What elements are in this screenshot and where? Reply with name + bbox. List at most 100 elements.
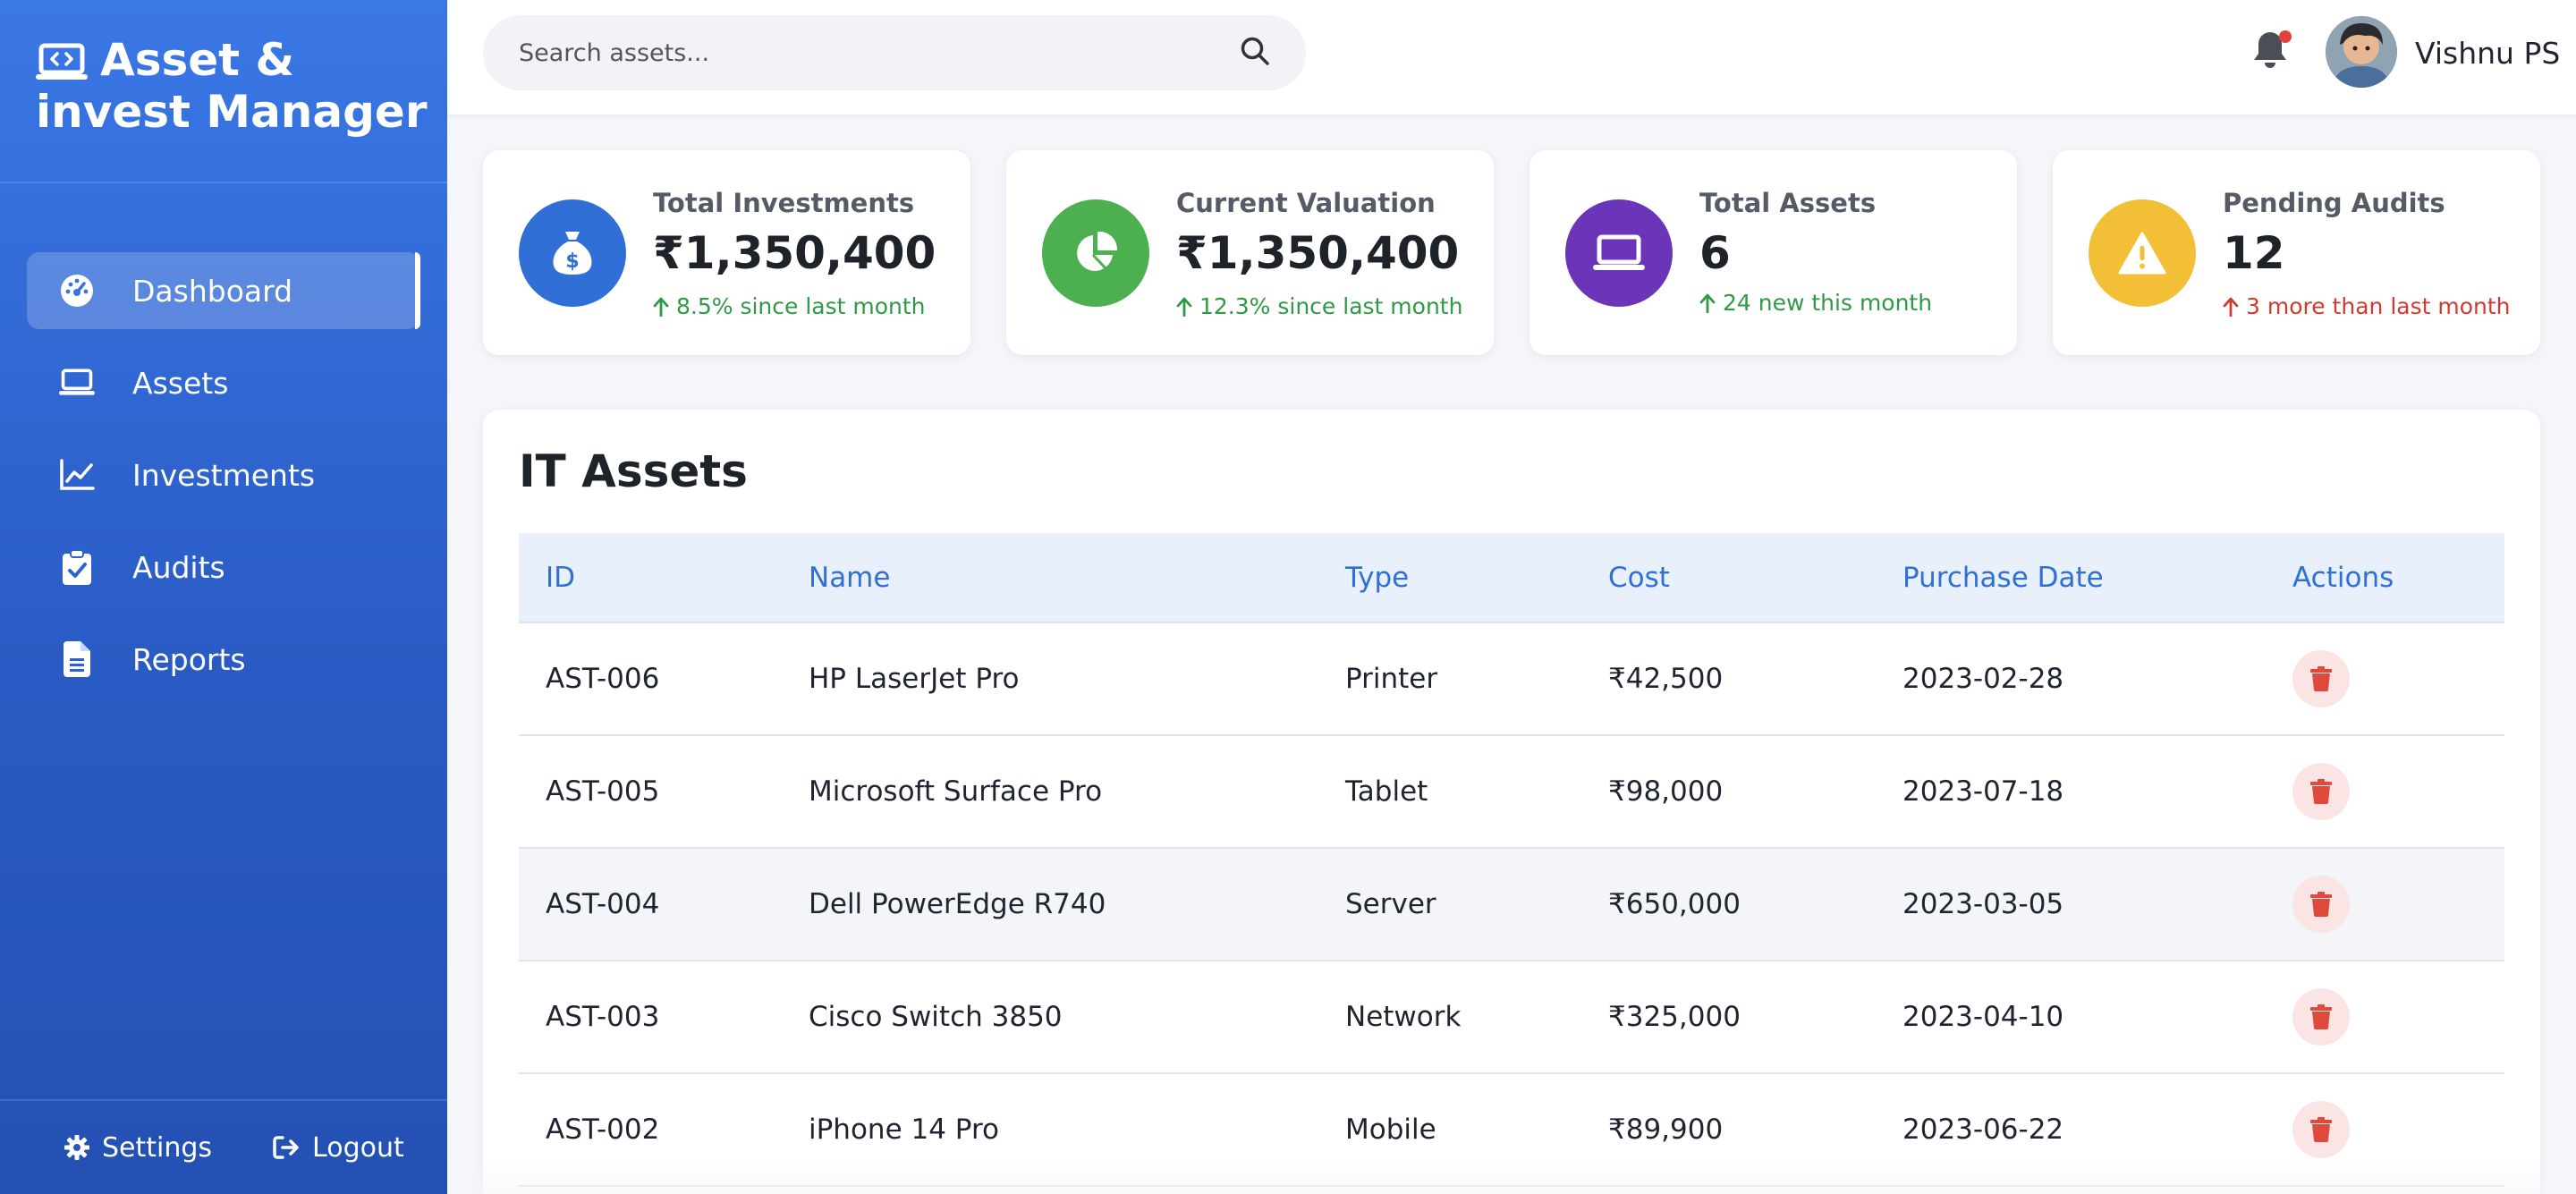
brand-title-line1: Asset & [100,34,295,86]
avatar[interactable] [2326,16,2397,88]
cell-cost: ₹650,000 [1581,848,1876,961]
panel-title: IT Assets [519,445,748,497]
it-assets-panel: IT Assets ID Name Type Cost Purchase Dat… [483,410,2540,1194]
logout-icon [273,1136,299,1159]
stat-label: Total Assets [1699,188,1877,218]
delete-button[interactable] [2292,988,2350,1046]
stat-trend-text: 12.3% since last month [1199,293,1463,319]
warning-icon [2089,199,2196,307]
cell-id: AST-005 [519,735,782,849]
stat-value: 6 [1699,227,1731,279]
stat-label: Current Valuation [1176,188,1436,218]
search-input[interactable] [519,38,1240,67]
trash-icon [2310,666,2332,691]
logout-label: Logout [312,1131,404,1164]
laptop-icon [1565,199,1673,307]
search-icon[interactable] [1240,36,1270,70]
sidebar-item-reports[interactable]: Reports [27,621,420,698]
cell-type: Server [1318,848,1581,961]
column-header-actions: Actions [2266,533,2504,623]
svg-text:$: $ [565,250,579,273]
table-row: AST-004 Dell PowerEdge R740 Server ₹650,… [519,848,2504,961]
sidebar-item-label: Reports [132,641,246,677]
stat-trend-text: 24 new this month [1723,290,1933,316]
table-row: AST-006 HP LaserJet Pro Printer ₹42,500 … [519,622,2504,736]
laptop-icon [59,365,95,401]
cell-date: 2023-03-05 [1876,848,2266,961]
stat-trend-text: 3 more than last month [2246,293,2511,319]
arrow-up-icon [1176,297,1192,317]
table-row: AST-005 Microsoft Surface Pro Tablet ₹98… [519,735,2504,849]
stat-trend: 8.5% since last month [653,293,926,319]
cell-date: 2023-04-10 [1876,961,2266,1074]
notification-button[interactable] [2252,29,2293,73]
sidebar-item-label: Investments [132,457,316,493]
delete-button[interactable] [2292,650,2350,707]
trash-icon [2310,779,2332,804]
search-bar [483,15,1306,90]
table-header-row: ID Name Type Cost Purchase Date Actions [519,533,2504,623]
sidebar-nav: Dashboard Assets Investments Audits Repo… [0,183,447,698]
stat-trend: 12.3% since last month [1176,293,1462,319]
delete-button[interactable] [2292,763,2350,820]
column-header-id[interactable]: ID [519,533,782,623]
delete-button[interactable] [2292,876,2350,933]
column-header-purchase-date[interactable]: Purchase Date [1876,533,2266,623]
column-header-name[interactable]: Name [782,533,1318,623]
cell-name: Cisco Switch 3850 [782,961,1318,1074]
gear-icon [64,1135,89,1160]
cell-id: AST-004 [519,848,782,961]
cell-type: Tablet [1318,735,1581,849]
cell-id: AST-006 [519,622,782,736]
delete-button[interactable] [2292,1101,2350,1158]
logout-button[interactable]: Logout [273,1132,404,1164]
clipboard-check-icon [59,549,95,585]
brand-title-line2: invest Manager [36,86,428,138]
stat-card-pending-audits: Pending Audits 12 3 more than last month [2053,150,2540,355]
cell-type: Network [1318,961,1581,1074]
sidebar-item-audits[interactable]: Audits [27,529,420,605]
cell-id: AST-002 [519,1073,782,1187]
cell-name: Dell PowerEdge R740 [782,848,1318,961]
cell-id: AST-003 [519,961,782,1074]
sidebar-footer: Settings Logout [0,1099,447,1194]
sidebar: Asset & invest Manager Dashboard Assets … [0,0,447,1194]
assets-table: ID Name Type Cost Purchase Date Actions … [519,533,2504,1187]
settings-label: Settings [102,1131,213,1164]
stat-value: ₹1,350,400 [653,227,936,279]
stat-label: Pending Audits [2223,188,2445,218]
sidebar-item-dashboard[interactable]: Dashboard [27,252,420,329]
pie-chart-icon [1042,199,1149,307]
trash-icon [2310,1004,2332,1029]
stat-trend: 3 more than last month [2223,293,2511,319]
cell-cost: ₹325,000 [1581,961,1876,1074]
trash-icon [2310,892,2332,917]
user-name[interactable]: Vishnu PS [2415,36,2560,71]
cell-type: Mobile [1318,1073,1581,1187]
arrow-up-icon [2223,297,2239,317]
trash-icon [2310,1117,2332,1142]
cell-name: HP LaserJet Pro [782,622,1318,736]
notification-badge [2279,30,2292,43]
top-header: Vishnu PS [447,0,2576,114]
stat-label: Total Investments [653,188,915,218]
cell-cost: ₹42,500 [1581,622,1876,736]
cell-date: 2023-02-28 [1876,622,2266,736]
stat-value: 12 [2223,227,2285,279]
column-header-type[interactable]: Type [1318,533,1581,623]
arrow-up-icon [653,297,669,317]
cell-type: Printer [1318,622,1581,736]
settings-button[interactable]: Settings [64,1132,212,1164]
stat-value: ₹1,350,400 [1176,227,1460,279]
column-header-cost[interactable]: Cost [1581,533,1876,623]
sidebar-item-assets[interactable]: Assets [27,344,420,421]
sidebar-item-investments[interactable]: Investments [27,436,420,513]
sidebar-item-label: Assets [132,365,229,401]
table-row: AST-003 Cisco Switch 3850 Network ₹325,0… [519,961,2504,1074]
stat-card-current-valuation: Current Valuation ₹1,350,400 12.3% since… [1006,150,1494,355]
brand-laptop-code-icon [36,40,88,80]
arrow-up-icon [1699,293,1716,313]
gauge-icon [59,273,95,309]
cell-name: iPhone 14 Pro [782,1073,1318,1187]
table-row: AST-002 iPhone 14 Pro Mobile ₹89,900 202… [519,1073,2504,1187]
